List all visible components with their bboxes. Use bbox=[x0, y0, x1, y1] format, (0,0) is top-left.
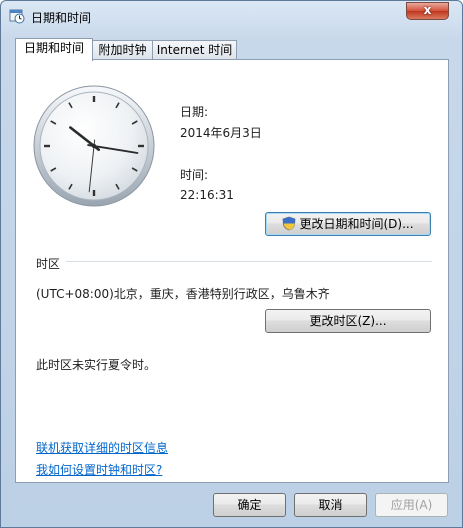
tab-additional-clocks[interactable]: 附加时钟 bbox=[92, 40, 153, 59]
title-bar[interactable]: 日期和时间 x bbox=[1, 1, 462, 33]
change-date-time-button[interactable]: 更改日期和时间(D)... bbox=[265, 212, 431, 236]
ok-button[interactable]: 确定 bbox=[213, 493, 286, 517]
tab-panel-date-time: 日期: 2014年6月3日 时间: 22:16:31 更改日期和时间(D)...… bbox=[15, 59, 449, 483]
time-value: 22:16:31 bbox=[180, 188, 234, 202]
dst-note: 此时区未实行夏令时。 bbox=[36, 358, 157, 372]
change-date-time-label: 更改日期和时间(D)... bbox=[299, 217, 414, 231]
uac-shield-icon bbox=[283, 216, 296, 231]
change-timezone-button[interactable]: 更改时区(Z)... bbox=[265, 309, 431, 333]
timezone-section-label: 时区 bbox=[36, 257, 61, 271]
time-label: 时间: bbox=[180, 168, 209, 182]
timezone-divider bbox=[66, 261, 432, 262]
apply-button[interactable]: 应用(A) bbox=[375, 493, 448, 517]
help-clock-timezone-link[interactable]: 我如何设置时钟和时区? bbox=[36, 461, 162, 478]
date-value: 2014年6月3日 bbox=[180, 126, 262, 140]
tab-date-time[interactable]: 日期和时间 bbox=[15, 38, 93, 61]
clock-calendar-icon bbox=[9, 9, 25, 24]
cancel-button[interactable]: 取消 bbox=[294, 493, 367, 517]
window-title: 日期和时间 bbox=[31, 11, 92, 25]
close-button[interactable]: x bbox=[406, 2, 449, 20]
date-time-dialog: 日期和时间 x 日期和时间 附加时钟 Internet 时间 日期: 2014年… bbox=[0, 0, 463, 528]
date-label: 日期: bbox=[180, 105, 209, 119]
clock-center-pin bbox=[91, 143, 97, 149]
close-icon: x bbox=[423, 3, 432, 17]
tab-internet-time[interactable]: Internet 时间 bbox=[152, 40, 237, 59]
analog-clock bbox=[33, 85, 155, 207]
timezone-info-link[interactable]: 联机获取详细的时区信息 bbox=[36, 439, 168, 456]
timezone-value: (UTC+08:00)北京，重庆，香港特别行政区，乌鲁木齐 bbox=[36, 287, 330, 301]
